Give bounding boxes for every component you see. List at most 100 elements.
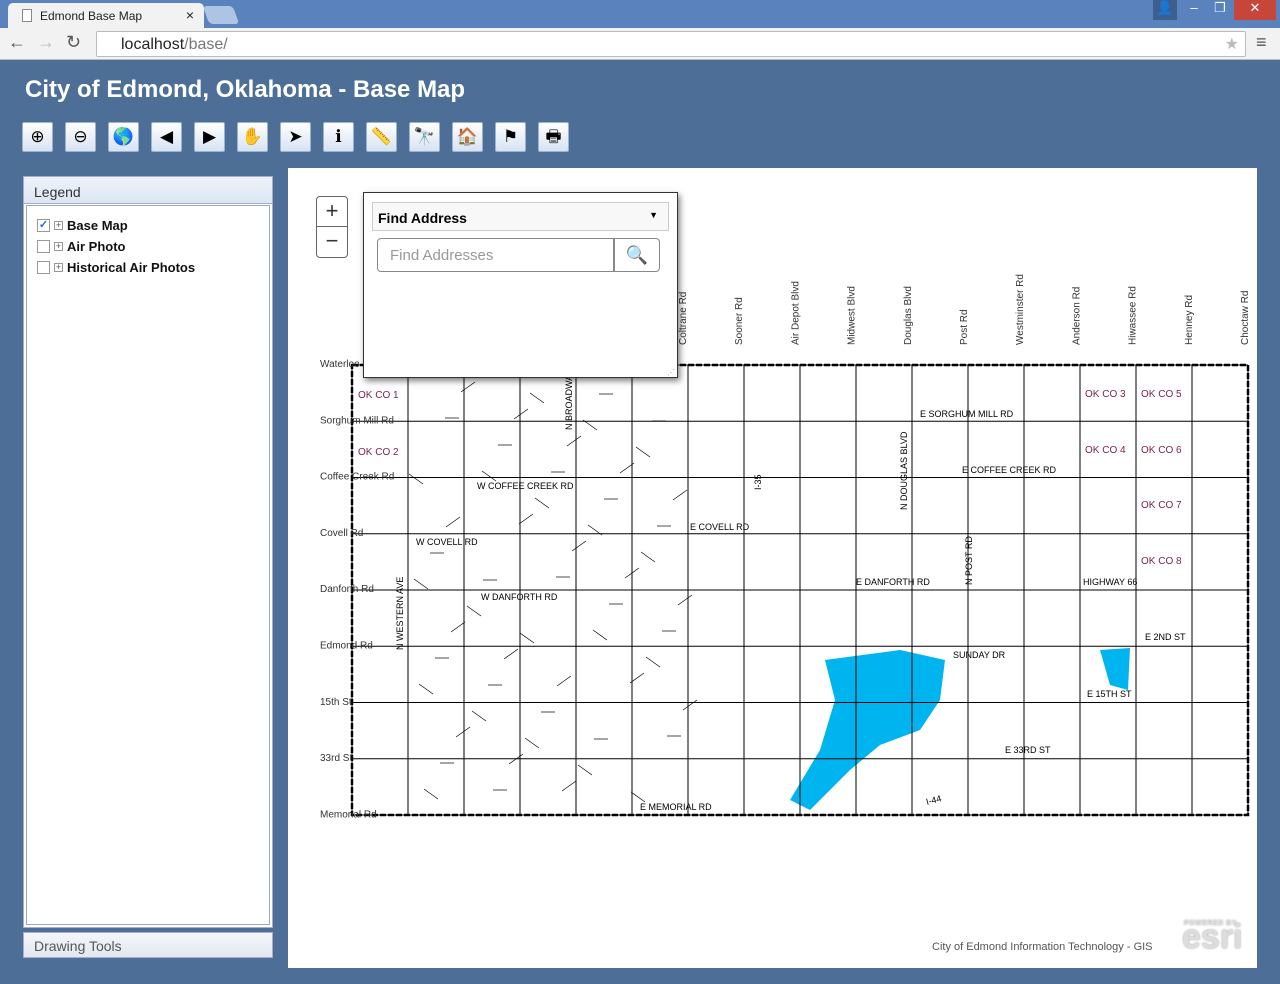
expand-icon[interactable]: + <box>54 242 63 251</box>
street <box>635 446 651 458</box>
legend-layer: + Historical Air Photos <box>37 260 195 275</box>
find-button[interactable]: 🔭 <box>409 122 440 152</box>
street <box>418 683 434 695</box>
reload-icon[interactable]: ↻ <box>66 32 81 53</box>
county-section-label: OK CO 2 <box>358 447 399 458</box>
street <box>423 788 439 800</box>
full-extent-button[interactable]: 🌎 <box>108 122 139 152</box>
address-locator-icon: 🏠 <box>456 127 479 146</box>
street <box>481 470 497 482</box>
street-label: E 15TH ST <box>1087 689 1132 699</box>
browser-toolbar: ← → ↻ localhost/base/ ★ ≡ <box>0 28 1280 60</box>
address-locator-button[interactable]: 🏠 <box>452 122 483 152</box>
zoom-in-button[interactable]: ⊕ <box>22 122 53 152</box>
street-label: SUNDAY DR <box>953 650 1006 660</box>
layer-label: Base Map <box>67 218 128 233</box>
county-section-label: OK CO 1 <box>358 390 399 401</box>
esri-powered-by: POWERED BY <box>1184 920 1237 927</box>
previous-extent-button[interactable]: ◀ <box>151 122 182 152</box>
measure-icon: 📏 <box>370 127 393 146</box>
county-section-label: OK CO 5 <box>1141 389 1182 400</box>
road-label-top: Westminster Rd <box>1015 274 1026 345</box>
county-section-label: OK CO 4 <box>1085 445 1126 456</box>
route-icon: ⚑ <box>502 127 519 146</box>
road-label-left: Danforth Rd <box>320 584 374 595</box>
layer-checkbox[interactable] <box>37 261 50 274</box>
new-tab-button[interactable] <box>202 6 240 24</box>
road-label-left: Coffee Creek Rd <box>320 472 394 483</box>
county-section-label: OK CO 7 <box>1141 500 1182 511</box>
street-label: W DANFORTH RD <box>481 592 558 602</box>
street-label: N BROADWAY <box>564 369 574 430</box>
close-tab-icon[interactable]: × <box>186 7 194 23</box>
layer-list: ✓ + Base Map + Air Photo + Historical Air Phot… <box>26 205 270 925</box>
lake-hefner-arcadia <box>790 650 945 810</box>
print-button[interactable]: 🖶 <box>538 122 569 152</box>
county-section-label: OK CO 3 <box>1085 389 1126 400</box>
search-button[interactable]: 🔍 <box>614 238 660 272</box>
road-label-left: 15th St <box>320 697 352 708</box>
layer-checkbox[interactable] <box>37 240 50 253</box>
url-host: localhost <box>121 36 185 53</box>
maximize-button[interactable]: ❐ <box>1208 0 1232 20</box>
street-label: E MEMORIAL RD <box>640 802 712 812</box>
browser-tab[interactable]: Edmond Base Map × <box>8 3 204 29</box>
back-icon[interactable]: ← <box>8 32 26 53</box>
street-label: E COVELL RD <box>690 522 750 532</box>
street <box>503 648 519 660</box>
street <box>513 408 529 420</box>
find-address-dropdown[interactable]: Find Address ▼ <box>372 202 669 231</box>
zoom-in-button[interactable]: + <box>317 197 347 227</box>
drawing-tools-panel[interactable]: Drawing Tools <box>23 932 273 958</box>
street <box>561 780 577 792</box>
zoom-out-button[interactable]: ⊖ <box>65 122 96 152</box>
road-label-left: Edmond Rd <box>320 641 373 652</box>
street-label: E DANFORTH RD <box>856 577 930 587</box>
street <box>471 710 487 722</box>
next-extent-button[interactable]: ▶ <box>194 122 225 152</box>
road-label-top: Anderson Rd <box>1071 287 1082 345</box>
street-label: I-44 <box>925 793 943 807</box>
star-icon[interactable]: ★ <box>1225 34 1239 54</box>
street-label: HIGHWAY 66 <box>1083 577 1137 587</box>
road-label-top: Henney Rd <box>1184 295 1195 345</box>
street <box>677 594 693 606</box>
layer-checkbox[interactable]: ✓ <box>37 219 50 232</box>
zoom-out-button[interactable]: − <box>317 227 347 257</box>
resize-handle[interactable]: ⋰ <box>667 368 675 377</box>
expand-icon[interactable]: + <box>54 221 63 230</box>
esri-logo: POWERED BY esri <box>1182 918 1243 957</box>
address-bar[interactable]: localhost/base/ ★ <box>96 31 1246 57</box>
county-section-label: OK CO 8 <box>1141 556 1182 567</box>
search-icon: 🔍 <box>625 245 649 265</box>
identify-button[interactable]: ℹ <box>323 122 354 152</box>
road-label-left: 33rd St <box>320 753 352 764</box>
find-address-input[interactable]: Find Addresses <box>377 238 614 272</box>
route-button[interactable]: ⚑ <box>495 122 526 152</box>
close-window-button[interactable]: ✕ <box>1234 0 1276 20</box>
road-label-left: Memorial Rd <box>320 809 377 820</box>
layer-label: Historical Air Photos <box>67 260 196 275</box>
street-label: E 33RD ST <box>1005 745 1051 755</box>
street <box>524 737 540 749</box>
forward-icon[interactable]: → <box>37 32 55 53</box>
caret-down-icon: ▼ <box>649 210 658 220</box>
measure-button[interactable]: 📏 <box>366 122 397 152</box>
pan-icon: ✋ <box>241 127 264 146</box>
street-label: I-35 <box>753 474 763 490</box>
legend-title: Legend <box>24 177 272 204</box>
street <box>534 497 550 509</box>
select-button[interactable]: ➤ <box>280 122 311 152</box>
street <box>518 513 534 525</box>
url-path: /base/ <box>184 36 228 53</box>
menu-icon[interactable]: ≡ <box>1256 32 1267 53</box>
street <box>529 392 545 404</box>
street <box>413 578 429 590</box>
expand-icon[interactable]: + <box>54 263 63 272</box>
minimize-button[interactable]: – <box>1182 0 1206 20</box>
identify-icon: ℹ <box>335 127 342 146</box>
street-label: W COVELL RD <box>416 537 478 547</box>
street <box>519 632 535 644</box>
user-icon[interactable]: 👤 <box>1153 0 1177 20</box>
pan-button[interactable]: ✋ <box>237 122 268 152</box>
